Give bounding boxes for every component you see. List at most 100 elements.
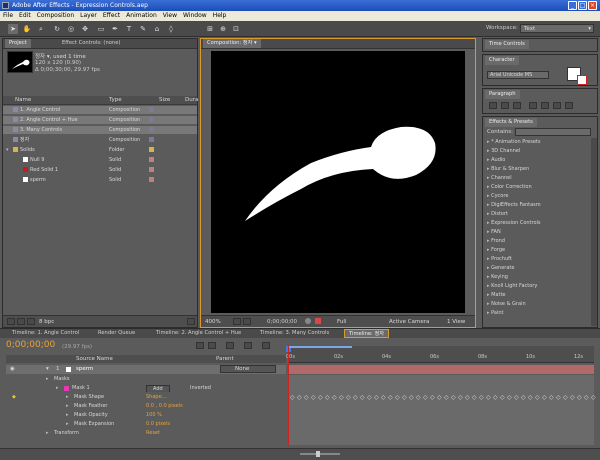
keyframe-icon[interactable]: ◇ bbox=[409, 394, 414, 401]
col-parent[interactable]: Parent bbox=[216, 355, 234, 363]
property-row[interactable]: ▸ Masks bbox=[6, 375, 286, 383]
keyframe-icon[interactable]: ◇ bbox=[451, 394, 456, 401]
selection-tool-icon[interactable]: ➤ bbox=[8, 24, 18, 34]
tab-render-queue[interactable]: Render Queue bbox=[94, 329, 139, 338]
property-value[interactable]: Reset bbox=[146, 429, 160, 437]
keyframe-icon[interactable]: ◇ bbox=[556, 394, 561, 401]
effects-category[interactable]: ▸ Channel bbox=[483, 174, 589, 182]
zoom-slider-handle[interactable] bbox=[316, 451, 320, 457]
project-item[interactable]: 2. Angle Control + Hue Composition bbox=[3, 116, 197, 124]
keyframe-icon[interactable]: ◇ bbox=[388, 394, 393, 401]
layer-duration-bar[interactable] bbox=[288, 365, 594, 374]
bit-depth-label[interactable]: 8 bpc bbox=[39, 319, 54, 325]
mask-visibility-icon[interactable] bbox=[243, 318, 251, 325]
expand-icon[interactable]: ▸ bbox=[56, 384, 59, 392]
view-axis-icon[interactable]: ⊡ bbox=[231, 24, 241, 34]
project-item[interactable]: 1. Angle Control Composition bbox=[3, 106, 197, 114]
interpret-footage-icon[interactable] bbox=[7, 318, 15, 325]
tab-composition[interactable]: Composition: 정자 ▾ bbox=[203, 39, 261, 48]
property-value[interactable]: Add bbox=[146, 385, 170, 392]
menu-animation[interactable]: Animation bbox=[123, 12, 160, 19]
label-color-icon[interactable] bbox=[149, 167, 154, 172]
property-row[interactable]: ▸ Mask Shape Shape... ◆ bbox=[6, 393, 286, 401]
col-name[interactable]: Name bbox=[15, 97, 31, 103]
layer-row-sperm[interactable]: ◉ ▾ 1 sperm None bbox=[6, 365, 286, 374]
clone-stamp-icon[interactable]: ⌂ bbox=[152, 24, 162, 34]
align-center-icon[interactable] bbox=[501, 102, 509, 109]
eraser-tool-icon[interactable]: ◊ bbox=[166, 24, 176, 34]
live-update-icon[interactable] bbox=[208, 342, 216, 349]
menu-help[interactable]: Help bbox=[210, 12, 230, 19]
property-value[interactable]: 0.0 pixels bbox=[146, 420, 170, 428]
label-color-icon[interactable] bbox=[149, 117, 154, 122]
time-ruler[interactable]: 00s 02s 04s 06s 08s 10s 12s bbox=[286, 346, 594, 363]
layer-name[interactable]: sperm bbox=[76, 366, 93, 372]
snapshot-icon[interactable] bbox=[305, 318, 311, 324]
parent-select[interactable]: None bbox=[220, 365, 276, 373]
menu-window[interactable]: Window bbox=[180, 12, 210, 19]
pan-behind-icon[interactable]: ✥ bbox=[80, 24, 90, 34]
property-value[interactable]: Shape... bbox=[146, 393, 166, 401]
keyframe-icon[interactable]: ◇ bbox=[591, 394, 596, 401]
effects-category[interactable]: ▸ Audio bbox=[483, 156, 589, 164]
effects-category[interactable]: ▸ * Animation Presets bbox=[483, 138, 589, 146]
property-row[interactable]: ▸ Mask Opacity 100 % bbox=[6, 411, 286, 419]
color-channel-icon[interactable] bbox=[315, 318, 321, 324]
tab-timeline-jeongja[interactable]: Timeline: 정자 bbox=[344, 329, 389, 338]
effects-category[interactable]: ▸ 3D Channel bbox=[483, 147, 589, 155]
project-item[interactable]: Null 9 Solid bbox=[3, 156, 197, 164]
property-row[interactable]: ▸ Mask 1 Add Inverted bbox=[6, 384, 286, 392]
tab-time-controls[interactable]: Time Controls bbox=[485, 40, 529, 49]
expand-icon[interactable]: ▸ bbox=[66, 420, 69, 428]
keyframe-icon[interactable]: ◇ bbox=[290, 394, 295, 401]
eye-icon[interactable]: ◉ bbox=[10, 366, 15, 372]
mask-color-swatch[interactable] bbox=[64, 386, 69, 391]
effects-category[interactable]: ▸ Knoll Light Factory bbox=[483, 282, 589, 290]
keyframe-icon[interactable]: ◇ bbox=[535, 394, 540, 401]
keyframe-icon[interactable]: ◇ bbox=[577, 394, 582, 401]
keyframe-icon[interactable]: ◇ bbox=[353, 394, 358, 401]
project-item[interactable]: 정자 Composition bbox=[3, 136, 197, 144]
tab-timeline-many-controls[interactable]: Timeline: 3. Many Controls bbox=[256, 329, 333, 338]
expand-icon[interactable]: ▸ bbox=[66, 393, 69, 401]
orbit-camera-icon[interactable]: ◎ bbox=[66, 24, 76, 34]
keyframe-icon[interactable]: ◇ bbox=[444, 394, 449, 401]
effects-category[interactable]: ▸ Frond bbox=[483, 237, 589, 245]
keyframe-icon[interactable]: ◇ bbox=[423, 394, 428, 401]
keyframe-icon[interactable]: ◇ bbox=[500, 394, 505, 401]
draft-3d-icon[interactable] bbox=[226, 342, 234, 349]
effects-category[interactable]: ▸ Paint bbox=[483, 309, 589, 317]
project-item[interactable]: Red Solid 1 Solid bbox=[3, 166, 197, 174]
justify-right-icon[interactable] bbox=[553, 102, 561, 109]
menu-layer[interactable]: Layer bbox=[77, 12, 100, 19]
keyframe-icon[interactable]: ◇ bbox=[416, 394, 421, 401]
zoom-level[interactable]: 400% bbox=[205, 319, 221, 325]
text-tool-icon[interactable]: T bbox=[124, 24, 134, 34]
keyframe-icon[interactable]: ◇ bbox=[549, 394, 554, 401]
comp-mini-flowchart-icon[interactable] bbox=[196, 342, 204, 349]
tab-timeline-angle-hue[interactable]: Timeline: 2. Angle Control + Hue bbox=[152, 329, 245, 338]
expand-icon[interactable]: ▾ bbox=[6, 146, 9, 154]
justify-all-icon[interactable] bbox=[565, 102, 573, 109]
col-duration[interactable]: Dura bbox=[185, 97, 198, 103]
keyframe-icon[interactable]: ◇ bbox=[430, 394, 435, 401]
keyframe-icon[interactable]: ◇ bbox=[374, 394, 379, 401]
view-layout-select[interactable]: 1 View bbox=[447, 319, 465, 325]
workspace-select[interactable]: Text ▾ bbox=[520, 24, 594, 33]
effects-category[interactable]: ▸ Matte bbox=[483, 291, 589, 299]
keyframe-icon[interactable]: ◇ bbox=[325, 394, 330, 401]
label-color-icon[interactable] bbox=[149, 127, 154, 132]
keyframe-icon[interactable]: ◇ bbox=[472, 394, 477, 401]
expand-icon[interactable]: ▸ bbox=[66, 402, 69, 410]
label-color-icon[interactable] bbox=[149, 137, 154, 142]
stroke-color-swatch[interactable] bbox=[577, 75, 587, 85]
effects-category[interactable]: ▸ Noise & Grain bbox=[483, 300, 589, 308]
effects-scrollbar[interactable] bbox=[591, 138, 597, 326]
timeline-timecode[interactable]: 0;00;00;00 bbox=[6, 340, 55, 350]
keyframe-icon[interactable]: ◇ bbox=[521, 394, 526, 401]
justify-center-icon[interactable] bbox=[541, 102, 549, 109]
keyframe-icon[interactable]: ◇ bbox=[514, 394, 519, 401]
effects-category[interactable]: ▸ Keying bbox=[483, 273, 589, 281]
col-size[interactable]: Size bbox=[159, 97, 170, 103]
effects-category[interactable]: ▸ Generate bbox=[483, 264, 589, 272]
